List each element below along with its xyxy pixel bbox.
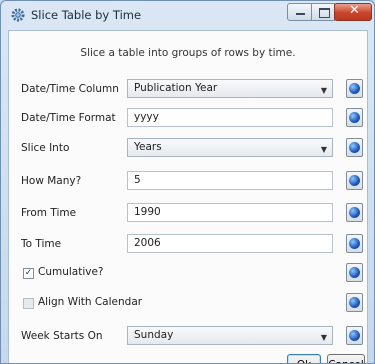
datetime-column-select[interactable]: Publication Year ▼ xyxy=(127,79,333,98)
align-with-calendar-help-button[interactable] xyxy=(346,293,363,312)
gear-icon xyxy=(11,8,25,22)
from-time-label: From Time xyxy=(21,207,77,219)
how-many-value: 5 xyxy=(134,174,141,186)
minimize-button[interactable] xyxy=(287,3,312,21)
how-many-input[interactable]: 5 xyxy=(127,171,333,190)
chevron-down-icon: ▼ xyxy=(320,86,327,95)
datetime-format-help-button[interactable] xyxy=(346,108,363,127)
close-button[interactable]: ✕ xyxy=(334,3,372,21)
datetime-format-input[interactable]: yyyy xyxy=(127,108,333,127)
window-title: Slice Table by Time xyxy=(31,8,142,22)
cumulative-help-button[interactable] xyxy=(346,263,363,282)
cumulative-checkbox[interactable]: ✓ xyxy=(23,268,34,279)
datetime-format-label: Date/Time Format xyxy=(21,112,116,124)
maximize-icon xyxy=(319,8,330,18)
help-icon xyxy=(349,267,360,278)
help-icon xyxy=(349,112,360,123)
dialog-description: Slice a table into groups of rows by tim… xyxy=(80,47,296,59)
from-time-help-button[interactable] xyxy=(346,203,363,222)
to-time-label: To Time xyxy=(21,238,62,250)
dialog-body: Slice a table into groups of rows by tim… xyxy=(8,30,368,363)
datetime-format-value: yyyy xyxy=(134,111,159,123)
to-time-help-button[interactable] xyxy=(346,234,363,253)
slice-into-value: Years xyxy=(134,141,162,153)
to-time-value: 2006 xyxy=(134,237,161,249)
minimize-icon xyxy=(296,13,305,15)
to-time-input[interactable]: 2006 xyxy=(127,234,333,253)
help-icon xyxy=(349,83,360,94)
week-starts-on-label: Week Starts On xyxy=(21,330,103,342)
maximize-button[interactable] xyxy=(311,3,335,21)
align-with-calendar-label[interactable]: Align With Calendar xyxy=(38,296,142,308)
datetime-column-label: Date/Time Column xyxy=(21,83,119,95)
week-starts-on-help-button[interactable] xyxy=(346,326,363,345)
help-icon xyxy=(349,297,360,308)
help-icon xyxy=(349,142,360,153)
close-icon: ✕ xyxy=(349,3,360,18)
week-starts-on-value: Sunday xyxy=(134,329,174,341)
from-time-input[interactable]: 1990 xyxy=(127,203,333,222)
from-time-value: 1990 xyxy=(134,206,161,218)
cumulative-label[interactable]: Cumulative? xyxy=(38,266,104,278)
cancel-button[interactable]: Cancel xyxy=(327,354,365,363)
title-bar[interactable]: Slice Table by Time ✕ xyxy=(1,1,374,29)
week-starts-on-select[interactable]: Sunday ▼ xyxy=(127,326,333,345)
how-many-help-button[interactable] xyxy=(346,171,363,190)
help-icon xyxy=(349,238,360,249)
help-icon xyxy=(349,207,360,218)
datetime-column-value: Publication Year xyxy=(134,82,218,94)
help-icon xyxy=(349,175,360,186)
ok-button[interactable]: Ok xyxy=(287,354,321,363)
slice-into-select[interactable]: Years ▼ xyxy=(127,138,333,157)
slice-into-help-button[interactable] xyxy=(346,138,363,157)
how-many-label: How Many? xyxy=(21,175,82,187)
chevron-down-icon: ▼ xyxy=(320,333,327,342)
align-with-calendar-checkbox[interactable] xyxy=(23,298,34,309)
slice-into-label: Slice Into xyxy=(21,142,70,154)
chevron-down-icon: ▼ xyxy=(320,145,327,154)
datetime-column-help-button[interactable] xyxy=(346,79,363,98)
dialog-window: Slice Table by Time ✕ Slice a table into… xyxy=(0,0,375,364)
help-icon xyxy=(349,330,360,341)
